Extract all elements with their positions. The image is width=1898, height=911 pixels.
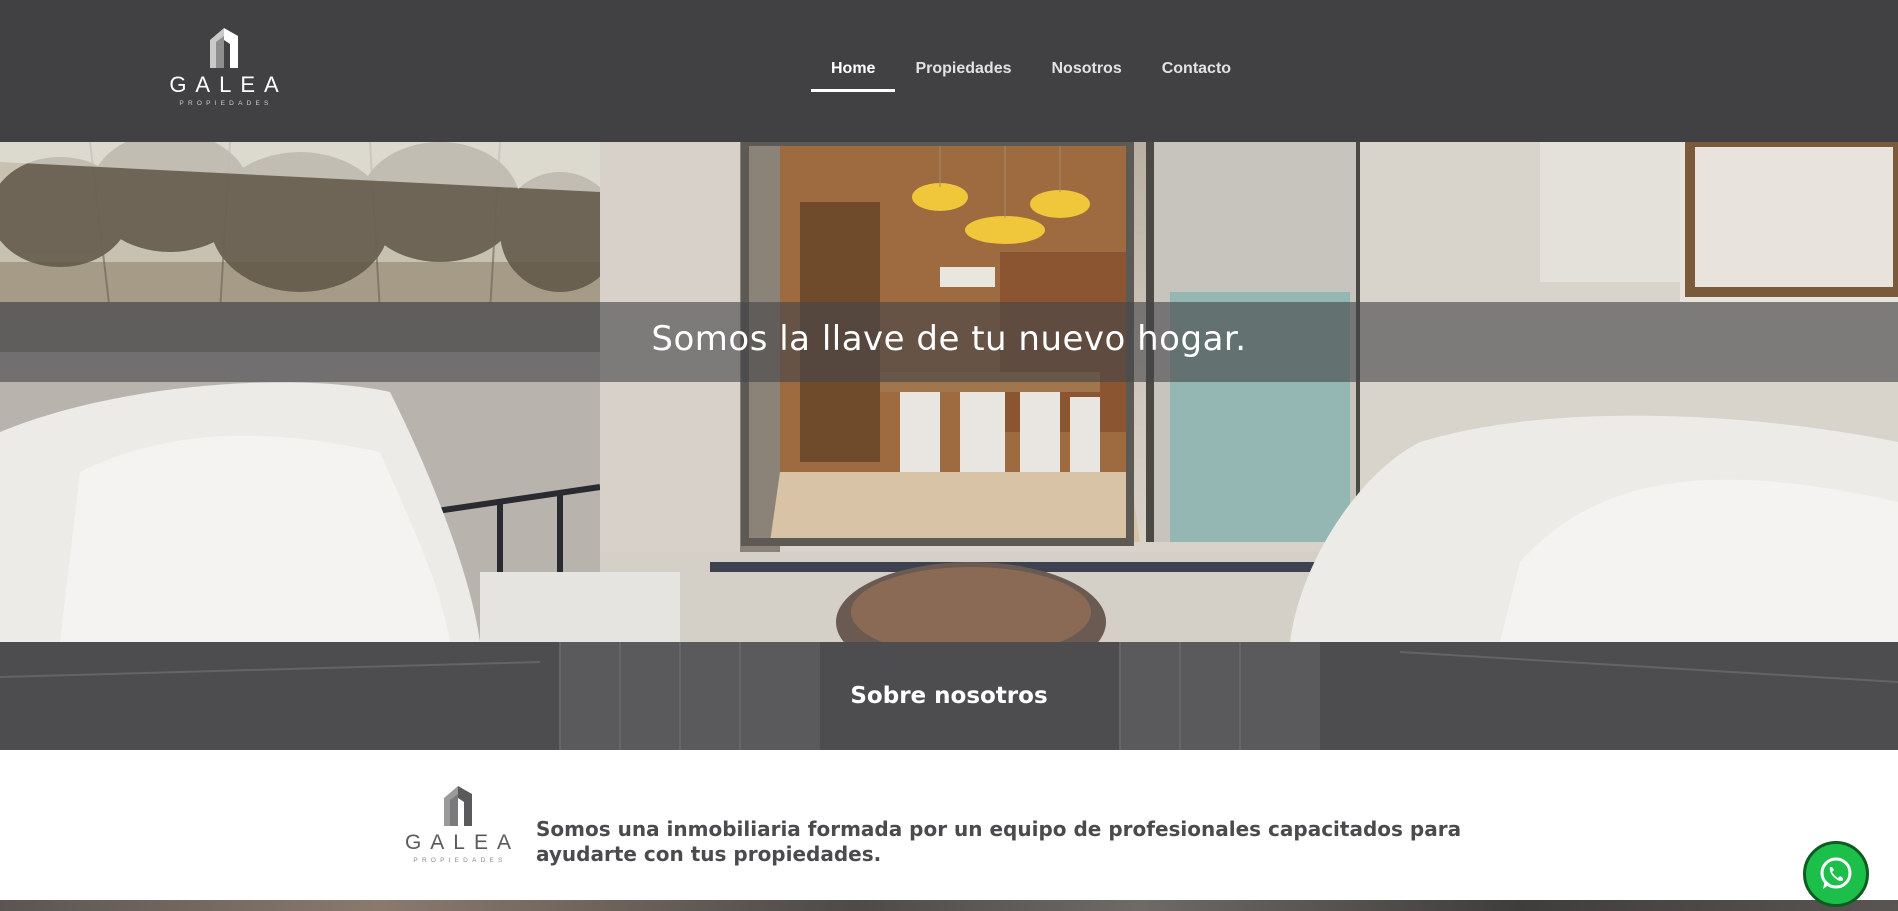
hero-title: Somos la llave de tu nuevo hogar. — [651, 319, 1247, 359]
site-header: GALEA PROPIEDADES Home Propiedades Nosot… — [0, 0, 1898, 142]
hero-section: Somos la llave de tu nuevo hogar. — [0, 142, 1898, 642]
hero-background-image — [0, 142, 1898, 642]
nav-home[interactable]: Home — [811, 52, 896, 92]
whatsapp-icon — [1820, 857, 1852, 889]
nav-propiedades[interactable]: Propiedades — [895, 52, 1031, 92]
about-title: Sobre nosotros — [850, 683, 1048, 709]
building-logo-icon — [210, 28, 238, 68]
hero-banner: Somos la llave de tu nuevo hogar. — [0, 302, 1898, 382]
nav-contacto[interactable]: Contacto — [1142, 52, 1251, 92]
main-nav: Home Propiedades Nosotros Contacto — [811, 52, 1251, 92]
whatsapp-button[interactable] — [1803, 841, 1869, 907]
about-header-band: Sobre nosotros — [0, 642, 1898, 750]
logo-subtitle: PROPIEDADES — [179, 100, 273, 107]
about-section: GALEA PROPIEDADES Somos una inmobiliaria… — [0, 750, 1898, 900]
nav-nosotros[interactable]: Nosotros — [1031, 52, 1141, 92]
building-logo-icon — [444, 786, 472, 826]
about-description: Somos una inmobiliaria formada por un eq… — [536, 817, 1462, 866]
site-logo[interactable]: GALEA PROPIEDADES — [160, 26, 288, 116]
logo-name: GALEA — [169, 72, 288, 97]
about-logo-subtitle: PROPIEDADES — [413, 857, 507, 864]
about-logo: GALEA PROPIEDADES — [394, 784, 522, 868]
about-logo-name: GALEA — [404, 831, 521, 854]
next-section-image — [0, 900, 1898, 911]
